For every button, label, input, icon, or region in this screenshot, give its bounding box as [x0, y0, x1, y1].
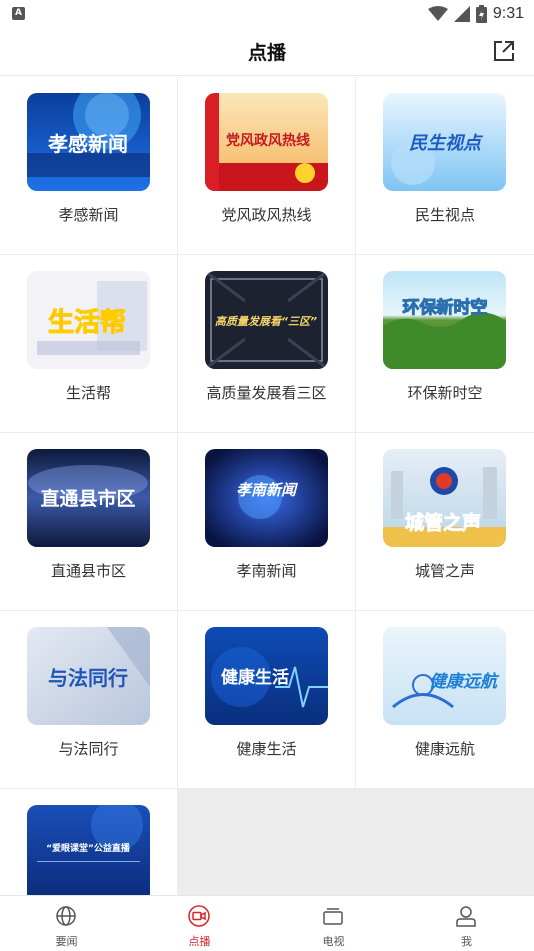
program-card-urban-management[interactable]: 城管之声 城管之声 [356, 433, 534, 610]
share-icon[interactable] [492, 39, 516, 63]
program-card-eye-care-live[interactable]: “爱眼课堂”公益直播 [0, 789, 177, 895]
thumbnail-title: 孝感新闻 [47, 132, 128, 156]
nav-item-headlines[interactable]: 要闻 [0, 896, 133, 951]
program-card-law-together[interactable]: 与法同行 与法同行 [0, 611, 177, 788]
nav-item-tv[interactable]: 电视 [267, 896, 400, 951]
program-thumbnail[interactable]: 环保新时空 [383, 271, 506, 369]
nav-label: 我 [461, 935, 472, 948]
program-thumbnail[interactable]: 孝感新闻 [27, 93, 150, 191]
thumbnail-title: 生活帮 [48, 308, 126, 338]
bottom-navigation: 要闻 点播 电视 我 [0, 895, 534, 950]
thumbnail-title: 高质量发展看“三区” [215, 315, 317, 328]
status-icons: 9:31 [427, 2, 524, 26]
program-thumbnail[interactable]: 党风政风热线 [205, 93, 328, 191]
program-label[interactable]: 健康生活 [178, 738, 355, 759]
program-card-life-helper[interactable]: 生活帮 生活帮 [0, 255, 177, 432]
program-label[interactable]: 高质量发展看三区 [178, 382, 355, 403]
program-label[interactable]: 环保新时空 [356, 382, 534, 403]
program-thumbnail[interactable]: 高质量发展看“三区” [205, 271, 328, 369]
wifi-icon [427, 6, 448, 21]
globe-icon [56, 906, 76, 926]
program-card-direct-counties[interactable]: 直通县市区 直通县市区 [0, 433, 177, 610]
program-label[interactable]: 城管之声 [356, 560, 534, 581]
nav-item-me[interactable]: 我 [400, 896, 533, 951]
program-thumbnail[interactable]: 民生视点 [383, 93, 506, 191]
program-thumbnail[interactable]: “爱眼课堂”公益直播 [27, 805, 150, 895]
program-label[interactable]: 与法同行 [0, 738, 177, 759]
battery-icon [475, 5, 487, 23]
program-card-eco-new-space[interactable]: 环保新时空 环保新时空 [356, 255, 534, 432]
program-card-health-voyage[interactable]: 健康远航 健康远航 [356, 611, 534, 788]
program-label[interactable]: 直通县市区 [0, 560, 177, 581]
thumbnail-title: “爱眼课堂”公益直播 [46, 842, 131, 854]
program-card-xiaonan-news[interactable]: 孝南新闻 孝南新闻 [178, 433, 355, 610]
user-icon [456, 906, 476, 927]
tv-icon [323, 908, 343, 925]
thumbnail-title: 健康生活 [221, 667, 289, 688]
program-card-quality-development[interactable]: 高质量发展看“三区” 高质量发展看三区 [178, 255, 355, 432]
program-label[interactable]: 民生视点 [356, 204, 534, 225]
program-label[interactable]: 孝南新闻 [178, 560, 355, 581]
program-card-party-hotline[interactable]: 党风政风热线 党风政风热线 [178, 77, 355, 254]
thumbnail-title: 党风政风热线 [226, 132, 310, 149]
thumbnail-title: 健康远航 [429, 672, 500, 692]
program-thumbnail[interactable]: 与法同行 [27, 627, 150, 725]
nav-label: 电视 [322, 935, 345, 948]
thumbnail-title: 直通县市区 [40, 487, 135, 510]
thumbnail-title: 环保新时空 [403, 297, 488, 318]
program-label[interactable]: 党风政风热线 [178, 204, 355, 225]
program-thumbnail[interactable]: 生活帮 [27, 271, 150, 369]
clock: 9:31 [492, 5, 524, 22]
program-thumbnail[interactable]: 孝南新闻 [205, 449, 328, 547]
thumbnail-title: 与法同行 [48, 666, 128, 690]
program-label[interactable]: 生活帮 [0, 382, 177, 403]
program-thumbnail[interactable]: 健康远航 [383, 627, 506, 725]
video-icon [188, 905, 210, 927]
notification-badge-icon: A [12, 7, 25, 20]
app-header: 点播 [0, 28, 534, 76]
program-card-livelihood-view[interactable]: 民生视点 民生视点 [356, 77, 534, 254]
program-thumbnail[interactable]: 直通县市区 [27, 449, 150, 547]
status-bar: A 9:31 [0, 0, 534, 28]
signal-icon [453, 6, 470, 22]
program-card-healthy-living[interactable]: 健康生活 健康生活 [178, 611, 355, 788]
program-label[interactable]: 孝感新闻 [0, 204, 177, 225]
program-thumbnail[interactable]: 城管之声 [383, 449, 506, 547]
thumbnail-title: 孝南新闻 [236, 481, 299, 499]
nav-label: 点播 [188, 935, 211, 948]
nav-item-on-demand[interactable]: 点播 [133, 896, 266, 951]
nav-label: 要闻 [55, 935, 78, 948]
program-card-xiaogan-news[interactable]: 孝感新闻 孝感新闻 [0, 77, 177, 254]
program-thumbnail[interactable]: 健康生活 [205, 627, 328, 725]
thumbnail-title: 民生视点 [409, 133, 484, 154]
thumbnail-title: 城管之声 [405, 511, 481, 534]
program-grid: 孝感新闻 孝感新闻 党风政风热线 党风政风热线 民生视点 民生视点 生活帮 生活… [0, 77, 534, 895]
page-title: 点播 [247, 42, 286, 64]
program-label[interactable]: 健康远航 [356, 738, 534, 759]
